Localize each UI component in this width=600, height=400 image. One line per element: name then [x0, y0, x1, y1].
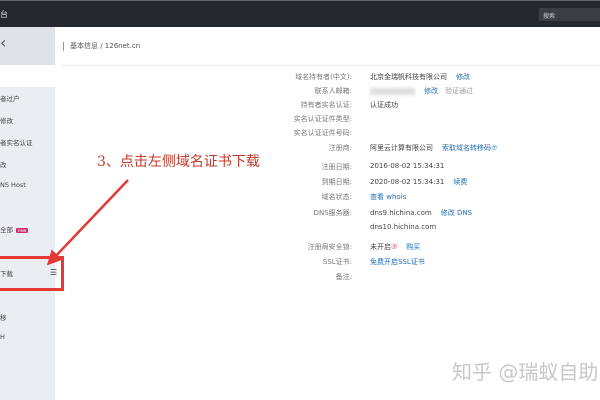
- annotation-arrow: [46, 179, 129, 266]
- watermark: 知乎 @瑞蚁自助: [452, 360, 599, 384]
